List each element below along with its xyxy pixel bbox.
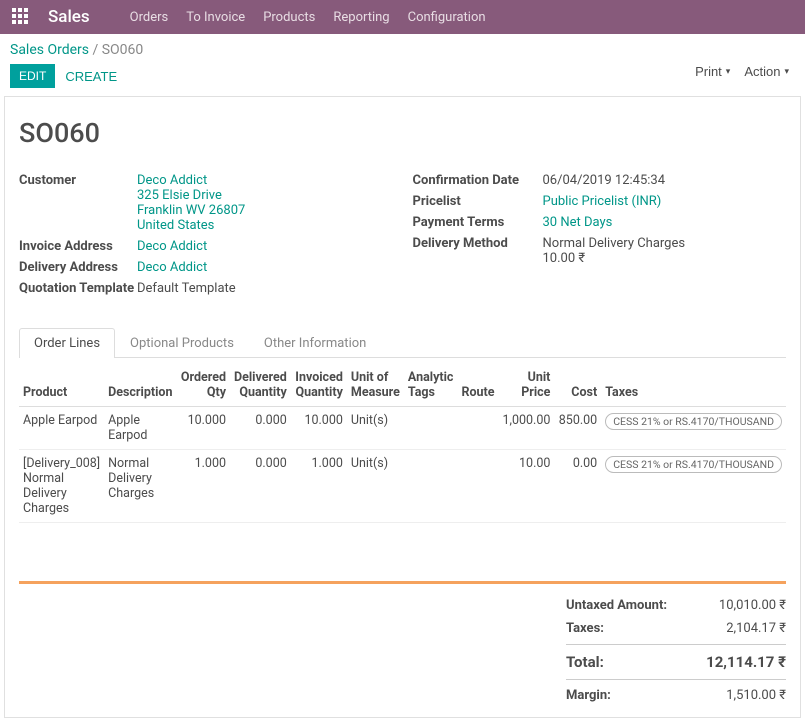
confirmation-date-value: 06/04/2019 12:45:34 [543, 173, 666, 188]
separator-bar [19, 581, 786, 584]
top-nav: Sales Orders To Invoice Products Reporti… [0, 0, 805, 34]
col-invoiced-qty[interactable]: Invoiced Quantity [291, 364, 347, 407]
col-uom[interactable]: Unit of Measure [347, 364, 404, 407]
nav-menu: Orders To Invoice Products Reporting Con… [130, 10, 486, 25]
print-dropdown[interactable]: Print ▾ [695, 64, 730, 79]
subhead: Sales Orders / SO060 EDIT CREATE Print ▾… [0, 34, 805, 96]
tabs: Order Lines Optional Products Other Info… [19, 328, 786, 358]
totals: Untaxed Amount: 10,010.00 ₹ Taxes: 2,104… [566, 594, 786, 707]
order-lines-table: Product Description Ordered Qty Delivere… [19, 364, 786, 523]
col-route[interactable]: Route [457, 364, 498, 407]
nav-to-invoice[interactable]: To Invoice [186, 10, 245, 25]
tab-other-information[interactable]: Other Information [249, 328, 381, 358]
breadcrumb-current: SO060 [102, 42, 144, 58]
delivery-address-label: Delivery Address [19, 260, 137, 275]
col-cost[interactable]: Cost [554, 364, 601, 407]
left-column: Customer Deco Addict 325 Elsie Drive Fra… [19, 173, 393, 302]
invoice-address-value[interactable]: Deco Addict [137, 239, 207, 254]
form-sheet: SO060 Customer Deco Addict 325 Elsie Dri… [4, 96, 801, 718]
customer-value[interactable]: Deco Addict 325 Elsie Drive Franklin WV … [137, 173, 245, 233]
caret-down-icon: ▾ [784, 66, 789, 77]
nav-orders[interactable]: Orders [130, 10, 169, 25]
col-product[interactable]: Product [19, 364, 104, 407]
col-taxes[interactable]: Taxes [601, 364, 786, 407]
action-dropdown[interactable]: Action ▾ [744, 64, 789, 79]
payment-terms-value[interactable]: 30 Net Days [543, 215, 613, 230]
edit-button[interactable]: EDIT [10, 64, 55, 88]
quotation-template-value: Default Template [137, 281, 236, 296]
breadcrumb-root[interactable]: Sales Orders [10, 42, 89, 58]
nav-reporting[interactable]: Reporting [333, 10, 389, 25]
tax-chip[interactable]: CESS 21% or RS.4170/THOUSAND [605, 413, 782, 430]
nav-configuration[interactable]: Configuration [408, 10, 486, 25]
tab-optional-products[interactable]: Optional Products [115, 328, 249, 358]
col-description[interactable]: Description [104, 364, 176, 407]
confirmation-date-label: Confirmation Date [413, 173, 543, 188]
col-ordered-qty[interactable]: Ordered Qty [176, 364, 230, 407]
col-analytic[interactable]: Analytic Tags [404, 364, 458, 407]
invoice-address-label: Invoice Address [19, 239, 137, 254]
customer-label: Customer [19, 173, 137, 233]
create-button[interactable]: CREATE [65, 69, 117, 84]
delivery-method-label: Delivery Method [413, 236, 543, 266]
totals-divider [566, 644, 786, 645]
delivery-method-value: Normal Delivery Charges 10.00 ₹ [543, 236, 686, 266]
order-title: SO060 [19, 117, 786, 149]
untaxed-value: 10,010.00 ₹ [719, 598, 786, 613]
tab-order-lines[interactable]: Order Lines [19, 328, 115, 358]
pricelist-label: Pricelist [413, 194, 543, 209]
quotation-template-label: Quotation Template [19, 281, 137, 296]
untaxed-label: Untaxed Amount: [566, 598, 667, 613]
margin-label: Margin: [566, 688, 611, 703]
taxes-label: Taxes: [566, 621, 604, 636]
total-label: Total: [566, 653, 604, 671]
margin-value: 1,510.00 ₹ [726, 688, 786, 703]
apps-icon[interactable] [12, 8, 30, 26]
col-delivered-qty[interactable]: Delivered Quantity [230, 364, 291, 407]
breadcrumb: Sales Orders / SO060 [10, 42, 143, 58]
col-unit-price[interactable]: Unit Price [499, 364, 555, 407]
pricelist-value[interactable]: Public Pricelist (INR) [543, 194, 662, 209]
tax-chip[interactable]: CESS 21% or RS.4170/THOUSAND [605, 456, 782, 473]
right-column: Confirmation Date 06/04/2019 12:45:34 Pr… [413, 173, 787, 302]
taxes-value: 2,104.17 ₹ [726, 621, 786, 636]
payment-terms-label: Payment Terms [413, 215, 543, 230]
table-row[interactable]: Apple Earpod Apple Earpod 10.000 0.000 1… [19, 407, 786, 450]
brand: Sales [48, 7, 90, 27]
delivery-address-value[interactable]: Deco Addict [137, 260, 207, 275]
caret-down-icon: ▾ [726, 66, 731, 77]
totals-divider [566, 679, 786, 680]
nav-products[interactable]: Products [263, 10, 315, 25]
total-value: 12,114.17 ₹ [706, 653, 786, 671]
table-row[interactable]: [Delivery_008] Normal Delivery Charges N… [19, 450, 786, 523]
